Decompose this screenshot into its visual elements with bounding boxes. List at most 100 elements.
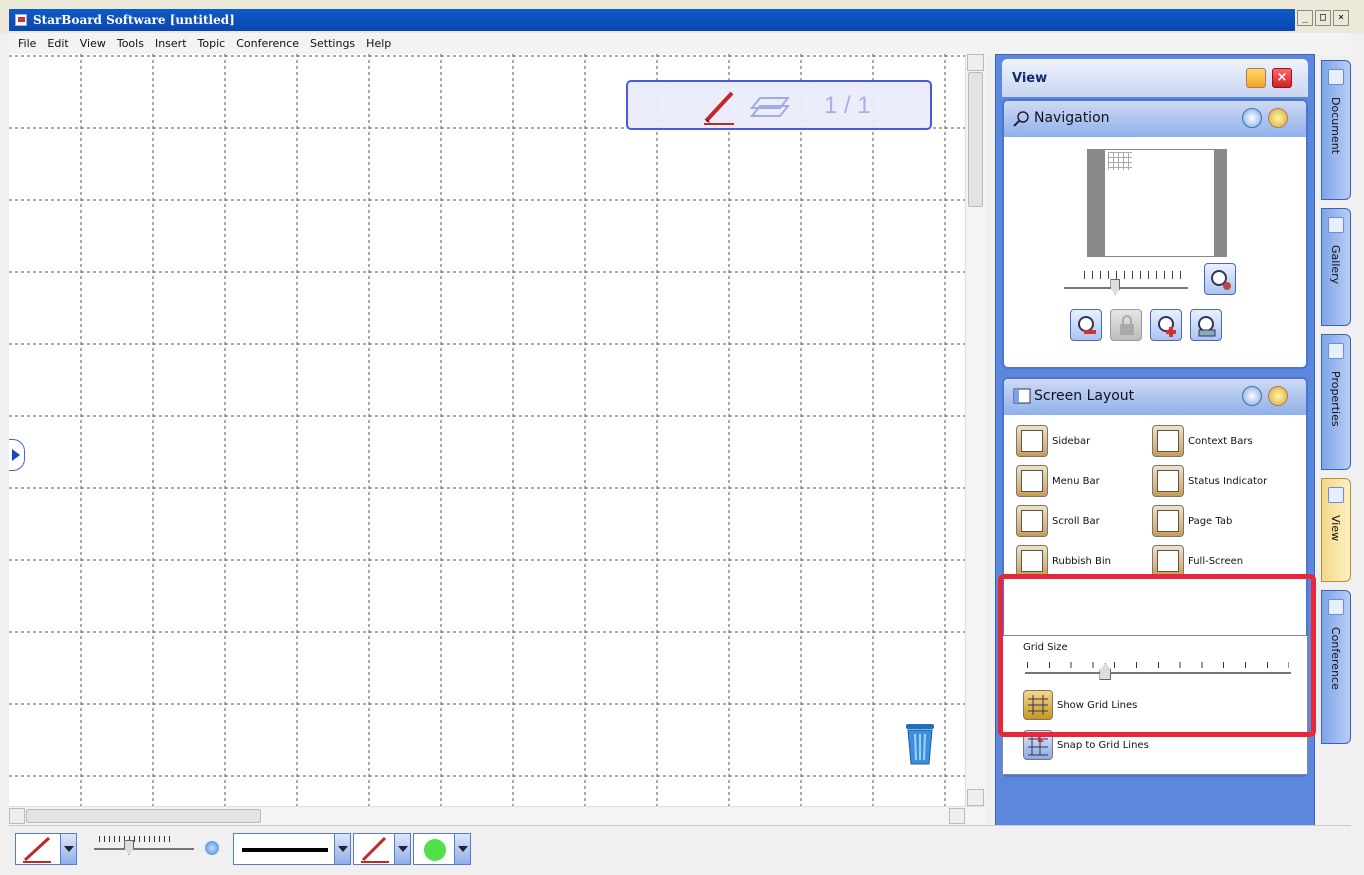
- collapse-icon[interactable]: [1242, 108, 1262, 128]
- full-screen-option[interactable]: Full-Screen: [1152, 545, 1243, 577]
- vertical-scrollbar[interactable]: [965, 54, 985, 806]
- tab-view-label: View: [1329, 515, 1342, 542]
- properties-icon: [1328, 343, 1344, 359]
- sidebar-option[interactable]: Sidebar: [1016, 425, 1090, 457]
- pen-width-ticks: [99, 836, 171, 842]
- pen-width-preview: [205, 841, 219, 855]
- expand-icon[interactable]: [1268, 108, 1288, 128]
- pin-icon[interactable]: [1246, 68, 1266, 88]
- document-icon: [1328, 69, 1344, 85]
- page-tab-option[interactable]: Page Tab: [1152, 505, 1232, 537]
- full-screen-icon: [1152, 545, 1184, 577]
- menu-bar-option[interactable]: Menu Bar: [1016, 465, 1100, 497]
- zoom-fit-icon[interactable]: [1204, 263, 1236, 295]
- page-tab-option-label: Page Tab: [1188, 515, 1233, 527]
- grid-lines: [9, 54, 965, 806]
- tab-gallery-label: Gallery: [1329, 245, 1342, 285]
- title-bar-strip: StarBoard Software [untitled] _ □ ×: [9, 9, 1351, 31]
- status-indicator-icon: [1152, 465, 1184, 497]
- screen-layout-header[interactable]: Screen Layout: [1004, 379, 1306, 415]
- tab-properties-label: Properties: [1329, 371, 1342, 427]
- navigation-preview[interactable]: [1087, 149, 1227, 257]
- tab-gallery[interactable]: Gallery: [1321, 208, 1351, 326]
- magnifier-icon: [1013, 110, 1031, 131]
- pen-tool-select[interactable]: [15, 833, 77, 865]
- menu-settings[interactable]: Settings: [305, 37, 361, 50]
- menu-topic[interactable]: Topic: [193, 37, 232, 50]
- panel-header: View ×: [1002, 59, 1308, 97]
- scroll-thumb[interactable]: [968, 72, 983, 207]
- zoom-in-icon[interactable]: [1150, 309, 1182, 341]
- tab-document[interactable]: Document: [1321, 60, 1351, 200]
- conference-icon: [1328, 599, 1344, 615]
- minimize-button[interactable]: _: [1297, 10, 1313, 26]
- zoom-thumb[interactable]: [1110, 279, 1121, 295]
- scroll-right-button[interactable]: [949, 808, 965, 824]
- tab-properties[interactable]: Properties: [1321, 334, 1351, 470]
- page-indicator: 1 / 1: [626, 80, 932, 130]
- pen-icon[interactable]: [698, 87, 738, 130]
- title-bar: StarBoard Software [untitled] _ □ ×: [0, 0, 1364, 33]
- collapse-icon[interactable]: [1242, 386, 1262, 406]
- scroll-bar-option[interactable]: Scroll Bar: [1016, 505, 1100, 537]
- menu-insert[interactable]: Insert: [150, 37, 193, 50]
- tab-conference[interactable]: Conference: [1321, 590, 1351, 744]
- context-bars-option[interactable]: Context Bars: [1152, 425, 1253, 457]
- tab-view[interactable]: View: [1321, 478, 1351, 582]
- highlight-outline: [998, 574, 1316, 737]
- expand-arrow-icon[interactable]: [9, 439, 25, 471]
- pen-width-thumb[interactable]: [124, 840, 134, 855]
- status-indicator-option-label: Status Indicator: [1188, 475, 1268, 487]
- pen-color-dropdown[interactable]: [394, 834, 410, 864]
- layers-icon[interactable]: [749, 92, 791, 125]
- pen-color-select[interactable]: [353, 833, 411, 865]
- hscroll-thumb[interactable]: [26, 809, 261, 823]
- rubbish-bin-icon: [1016, 545, 1048, 577]
- scroll-bar-icon: [1016, 505, 1048, 537]
- scroll-up-button[interactable]: [967, 54, 984, 71]
- rubbish-bin-option-label: Rubbish Bin: [1052, 555, 1112, 567]
- page-counter: 1 / 1: [824, 92, 871, 119]
- menu-tools[interactable]: Tools: [112, 37, 150, 50]
- pen-width-slider[interactable]: [94, 848, 194, 850]
- fill-color-dropdown[interactable]: [454, 834, 470, 864]
- rubbish-bin-option[interactable]: Rubbish Bin: [1016, 545, 1111, 577]
- menu-edit[interactable]: Edit: [42, 37, 74, 50]
- zoom-ticks: [1084, 271, 1184, 279]
- navigation-section: Navigation: [1002, 99, 1308, 369]
- zoom-slider[interactable]: [1064, 271, 1188, 297]
- fit-page-icon[interactable]: [1190, 309, 1222, 341]
- app-icon: [15, 14, 27, 26]
- zoom-track: [1064, 287, 1188, 289]
- context-bars-icon: [1152, 425, 1184, 457]
- menu-bar: File Edit View Tools Insert Topic Confer…: [9, 33, 1351, 54]
- menu-conference[interactable]: Conference: [231, 37, 305, 50]
- menu-help[interactable]: Help: [361, 37, 397, 50]
- close-icon[interactable]: ×: [1272, 68, 1292, 88]
- pen-icon: [23, 836, 51, 863]
- scroll-left-button[interactable]: [9, 808, 25, 824]
- horizontal-scrollbar[interactable]: [9, 806, 985, 825]
- line-style-select[interactable]: [233, 833, 351, 865]
- panel-title: View: [1012, 71, 1048, 86]
- lock-icon[interactable]: [1110, 309, 1142, 341]
- maximize-button[interactable]: □: [1315, 10, 1331, 26]
- line-style-preview: [242, 848, 328, 852]
- pen-tool-dropdown[interactable]: [60, 834, 76, 864]
- menu-file[interactable]: File: [13, 37, 42, 50]
- scroll-down-button[interactable]: [967, 789, 984, 806]
- menu-view[interactable]: View: [75, 37, 112, 50]
- screen-layout-icon: [1013, 388, 1031, 407]
- fill-color-select[interactable]: [413, 833, 471, 865]
- preview-margin-left: [1088, 150, 1105, 256]
- fill-color-swatch: [424, 839, 446, 861]
- expand-icon[interactable]: [1268, 386, 1288, 406]
- scroll-bar-option-label: Scroll Bar: [1052, 515, 1100, 527]
- status-indicator-option[interactable]: Status Indicator: [1152, 465, 1267, 497]
- zoom-out-icon[interactable]: [1070, 309, 1102, 341]
- navigation-header[interactable]: Navigation: [1004, 101, 1306, 137]
- trash-icon[interactable]: [903, 720, 937, 769]
- whiteboard-canvas[interactable]: 1 / 1: [9, 54, 965, 806]
- line-style-dropdown[interactable]: [334, 834, 350, 864]
- close-button[interactable]: ×: [1333, 10, 1349, 26]
